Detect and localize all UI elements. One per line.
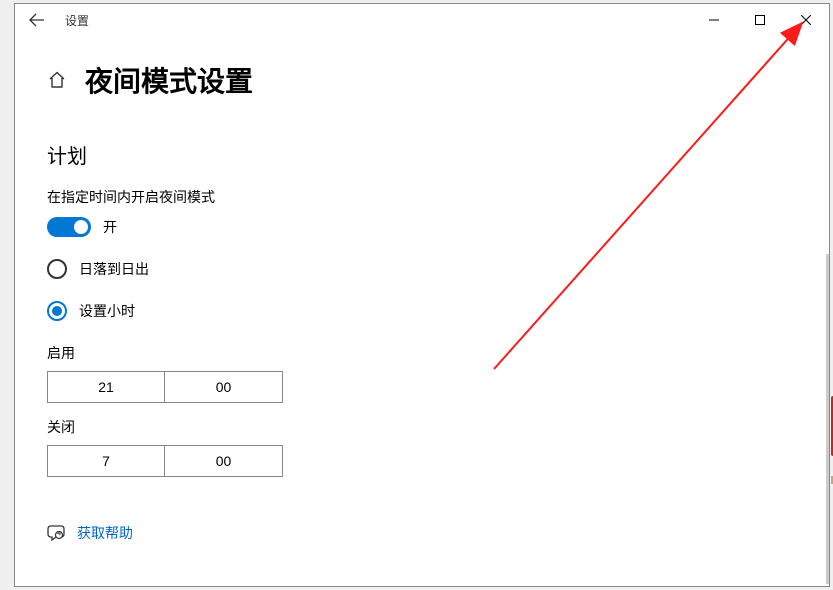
- radio-hours[interactable]: [47, 301, 67, 321]
- maximize-icon: [755, 15, 765, 25]
- turn-on-hour[interactable]: 21: [47, 371, 165, 403]
- minimize-button[interactable]: [691, 4, 737, 36]
- back-button[interactable]: [15, 4, 59, 36]
- content-area: 夜间模式设置 计划 在指定时间内开启夜间模式 开 日落到日出 设置小时 启用 2…: [15, 36, 829, 586]
- home-icon[interactable]: [47, 70, 67, 90]
- help-link[interactable]: 获取帮助: [77, 523, 133, 543]
- window-controls: [691, 4, 829, 36]
- schedule-section-title: 计划: [47, 140, 797, 169]
- settings-window: 设置 夜间模式设置: [14, 3, 830, 587]
- help-chat-icon: [47, 524, 65, 542]
- help-row: 获取帮助: [47, 523, 797, 543]
- schedule-enable-label: 在指定时间内开启夜间模式: [47, 187, 797, 207]
- app-title: 设置: [65, 12, 89, 29]
- schedule-toggle-label: 开: [103, 217, 117, 237]
- close-button[interactable]: [783, 4, 829, 36]
- minimize-icon: [709, 15, 719, 25]
- close-icon: [801, 15, 811, 25]
- schedule-toggle-row: 开: [47, 217, 797, 237]
- radio-sunset-row[interactable]: 日落到日出: [47, 259, 797, 279]
- turn-on-minute[interactable]: 00: [165, 371, 283, 403]
- radio-sunset[interactable]: [47, 259, 67, 279]
- turn-off-label: 关闭: [47, 417, 797, 437]
- maximize-button[interactable]: [737, 4, 783, 36]
- turn-on-label: 启用: [47, 343, 797, 363]
- arrow-left-icon: [29, 12, 45, 28]
- turn-on-time-picker: 21 00: [47, 371, 797, 403]
- page-header: 夜间模式设置: [47, 60, 797, 100]
- radio-hours-label: 设置小时: [79, 301, 135, 321]
- schedule-toggle[interactable]: [47, 217, 91, 237]
- radio-hours-row[interactable]: 设置小时: [47, 301, 797, 321]
- turn-off-minute[interactable]: 00: [165, 445, 283, 477]
- turn-off-hour[interactable]: 7: [47, 445, 165, 477]
- radio-sunset-label: 日落到日出: [79, 259, 149, 279]
- scrollbar[interactable]: [826, 254, 829, 584]
- page-title: 夜间模式设置: [85, 60, 253, 100]
- turn-off-time-picker: 7 00: [47, 445, 797, 477]
- titlebar: 设置: [15, 4, 829, 36]
